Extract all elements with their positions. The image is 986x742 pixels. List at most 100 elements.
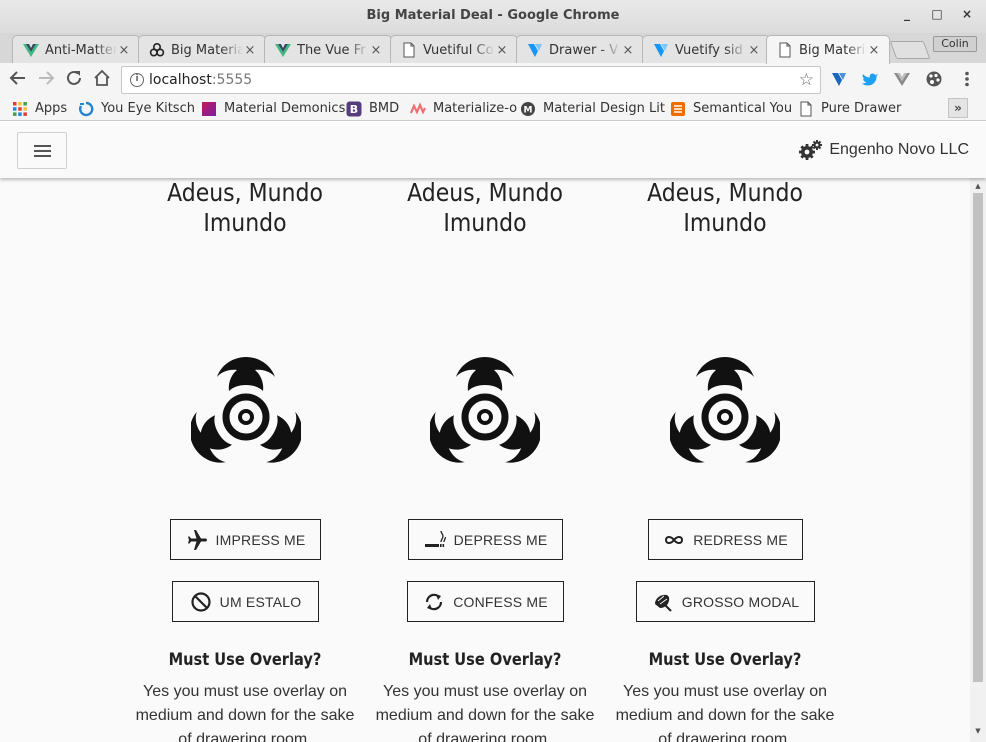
vue-logo-icon (275, 44, 291, 57)
browser-menu-icon[interactable] (958, 70, 976, 88)
tab-vue-framework[interactable]: The Vue Fr × (264, 35, 392, 63)
bookmark-apps[interactable]: Apps (12, 100, 67, 117)
hamburger-icon-line (34, 150, 51, 152)
tab-title: Anti-Matter (45, 42, 117, 58)
tab-close-icon[interactable]: × (495, 43, 509, 58)
redress-me-button[interactable]: REDRESS ME (648, 519, 803, 560)
address-bar[interactable]: i localhost:5555 ☆ (121, 66, 821, 94)
tab-title: Big Materia (799, 42, 867, 58)
tab-strip: Anti-Matter × Big Material × The Vue Fr … (0, 33, 986, 64)
bookmarks-overflow-button[interactable]: » (948, 98, 968, 118)
biohazard-icon (149, 42, 165, 57)
vuetify-logo-icon (654, 44, 668, 57)
bootstrap-b-icon: B (346, 101, 362, 116)
apps-grid-icon (13, 101, 27, 116)
tab-anti-matter[interactable]: Anti-Matter × (12, 35, 140, 63)
um-estalo-button[interactable]: UM ESTALO (172, 581, 319, 622)
scroll-up-arrow-icon[interactable]: ▲ (973, 182, 983, 190)
bookmark-pure-drawer[interactable]: Pure Drawer (798, 100, 901, 117)
ring-logo-icon (79, 101, 94, 116)
bookmark-semantical-you[interactable]: Semantical You (670, 100, 792, 117)
bookmark-label: Pure Drawer (821, 101, 902, 116)
svg-text:M: M (524, 105, 533, 115)
vuetify-extension-icon[interactable] (830, 70, 848, 88)
bookmark-material-design-lite[interactable]: M Material Design Lit (520, 100, 665, 117)
tab-big-material[interactable]: Big Material × (138, 35, 266, 63)
reload-icon (67, 70, 81, 85)
bookmark-material-demonics[interactable]: Material Demonics (201, 100, 345, 117)
page-icon (403, 42, 415, 58)
new-tab-button[interactable] (889, 41, 931, 59)
button-label: CONFESS ME (453, 593, 548, 610)
scroll-down-arrow-icon[interactable]: ▼ (973, 727, 983, 735)
bookmark-bmd[interactable]: B BMD (346, 100, 399, 117)
button-label: REDRESS ME (693, 531, 788, 548)
bookmark-label: Materialize-o (433, 101, 518, 116)
reload-button[interactable] (64, 69, 84, 89)
card-title-line: Imundo (203, 208, 287, 237)
back-arrow-icon (9, 71, 25, 85)
bookmark-label: Apps (35, 101, 68, 116)
maximize-button[interactable]: □ (927, 7, 947, 25)
block-icon (191, 591, 211, 612)
address-text[interactable]: localhost:5555 (149, 72, 252, 88)
site-info-icon[interactable]: i (130, 73, 144, 87)
home-button[interactable] (92, 69, 112, 89)
vuetify-logo-icon (528, 44, 542, 57)
brand: Engenho Novo LLC (799, 138, 969, 162)
circle-m-icon: M (521, 101, 535, 116)
bookmark-you-eye-kitsch[interactable]: You Eye Kitsch (78, 100, 195, 117)
profile-button[interactable]: Colin (933, 36, 977, 52)
tab-close-icon[interactable]: × (747, 43, 761, 58)
minimize-button[interactable]: _ (897, 7, 917, 25)
tab-big-material-active[interactable]: Big Materia × (766, 35, 890, 64)
tab-title: Drawer - V (549, 42, 619, 58)
page-icon (800, 101, 812, 116)
impress-me-button[interactable]: IMPRESS ME (170, 519, 321, 560)
smoking-icon (424, 530, 446, 547)
tab-close-icon[interactable]: × (867, 43, 881, 58)
address-host: localhost (149, 72, 212, 88)
window-title: Big Material Deal - Google Chrome (366, 8, 620, 23)
airplane-icon (187, 529, 207, 550)
biohazard-icon (670, 357, 780, 463)
confess-me-button[interactable]: CONFESS ME (407, 581, 564, 622)
twitter-extension-icon[interactable] (861, 70, 879, 88)
card-body-text: Yes you must use overlay on medium and d… (135, 683, 355, 742)
back-button[interactable] (8, 69, 28, 89)
palette-extension-icon[interactable] (925, 70, 943, 88)
grosso-modal-button[interactable]: GROSSO MODAL (636, 581, 815, 622)
tab-title: Vuetiful Co (423, 42, 494, 58)
hamburger-icon-line (34, 155, 51, 157)
bookmark-label: Material Design Lit (543, 101, 665, 116)
depress-me-button[interactable]: DEPRESS ME (408, 519, 563, 560)
tab-vuetiful[interactable]: Vuetiful Co × (390, 35, 518, 63)
gears-icon (799, 140, 823, 160)
tab-drawer-vuetify[interactable]: Drawer - V × (516, 35, 644, 63)
button-label: UM ESTALO (219, 593, 302, 610)
tab-close-icon[interactable]: × (369, 43, 383, 58)
infinity-icon (665, 535, 684, 544)
forward-button[interactable] (36, 69, 56, 89)
scrollbar-thumb[interactable] (973, 193, 983, 682)
beach-umbrella-icon (654, 594, 672, 612)
tab-vuetify-sidenav[interactable]: Vuetify sid × (642, 35, 770, 63)
card-title: Adeus, Mundo Imundo (619, 178, 830, 238)
tab-title: Vuetify sid (675, 42, 743, 58)
hamburger-menu-button[interactable] (17, 132, 67, 169)
bookmark-materialize[interactable]: Materialize-o (410, 100, 517, 117)
card-title: Adeus, Mundo Imundo (139, 178, 350, 238)
tab-close-icon[interactable]: × (621, 43, 635, 58)
orange-square-icon (671, 101, 685, 116)
close-window-button[interactable]: × (957, 7, 977, 25)
card-title: Adeus, Mundo Imundo (379, 178, 590, 238)
home-icon (94, 69, 110, 86)
bookmark-label: BMD (369, 101, 400, 116)
hamburger-icon (34, 145, 51, 147)
tab-close-icon[interactable]: × (243, 43, 257, 58)
bookmark-star-icon[interactable]: ☆ (799, 70, 814, 90)
square-logo-icon (202, 101, 216, 116)
vue-devtools-extension-icon[interactable] (893, 70, 911, 88)
svg-text:B: B (350, 103, 358, 116)
tab-close-icon[interactable]: × (117, 43, 131, 58)
